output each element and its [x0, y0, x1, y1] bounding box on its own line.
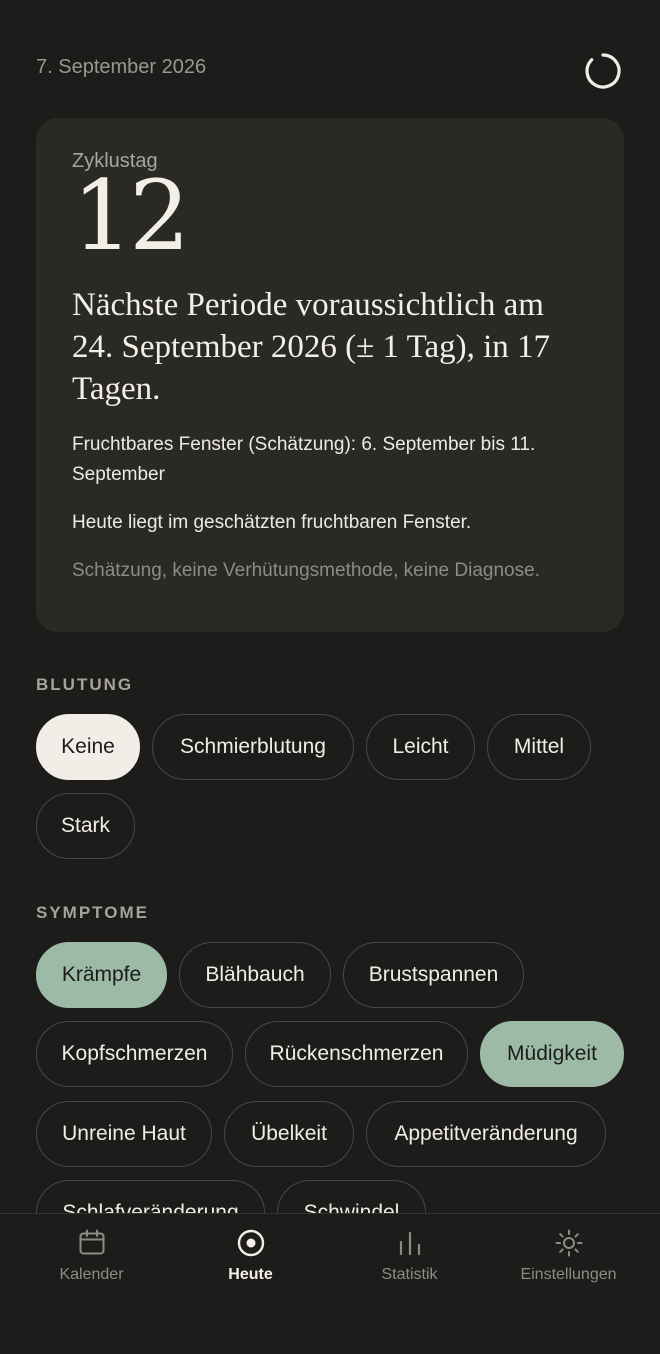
symptom-appetitveraenderung[interactable]: Appetitveränderung — [366, 1101, 606, 1167]
calendar-icon — [77, 1228, 107, 1258]
symptom-kopfschmerzen[interactable]: Kopfschmerzen — [36, 1021, 233, 1087]
bottom-navigation: Kalender Heute Statistik Einstellungen — [0, 1213, 660, 1354]
nav-label-heute: Heute — [228, 1266, 273, 1283]
sync-icon[interactable] — [584, 52, 622, 90]
settings-icon — [554, 1228, 584, 1258]
nav-item-heute[interactable]: Heute — [168, 1214, 333, 1304]
nav-item-einstellungen[interactable]: Einstellungen — [486, 1214, 651, 1304]
bleeding-option-leicht[interactable]: Leicht — [366, 714, 475, 780]
symptom-blaehbauch[interactable]: Blähbauch — [179, 942, 331, 1008]
nav-label-kalender: Kalender — [59, 1266, 124, 1283]
symptom-schwindel[interactable]: Schwindel — [277, 1180, 426, 1213]
header: 7. September 2026 — [0, 0, 660, 118]
bleeding-option-schmierblutung[interactable]: Schmierblutung — [152, 714, 354, 780]
bleeding-option-keine[interactable]: Keine — [36, 714, 140, 780]
current-date: 7. September 2026 — [36, 56, 207, 78]
nav-label-einstellungen: Einstellungen — [520, 1266, 617, 1283]
symptom-muedigkeit[interactable]: Müdigkeit — [480, 1021, 624, 1087]
symptom-brustspannen[interactable]: Brustspannen — [343, 942, 524, 1008]
symptom-uebelkeit[interactable]: Übelkeit — [224, 1101, 354, 1167]
scroll-content[interactable]: BLUTUNG Keine Schmierblutung Leicht Mitt… — [0, 650, 660, 1213]
cycle-card: Zyklustag 12 Nächste Periode voraussicht… — [36, 118, 624, 632]
symptom-unreine-haut[interactable]: Unreine Haut — [36, 1101, 212, 1167]
symptom-schlafveraenderung[interactable]: Schlafveränderung — [36, 1180, 265, 1213]
next-period-prediction: Nächste Periode voraussichtlich am 24. S… — [72, 287, 551, 407]
disclaimer: Schätzung, keine Verhütungsmethode, kein… — [72, 560, 540, 581]
bleeding-option-stark[interactable]: Stark — [36, 793, 135, 859]
symptoms-section-title: SYMPTOME — [36, 903, 149, 922]
nav-label-statistik: Statistik — [381, 1266, 438, 1283]
nav-item-statistik[interactable]: Statistik — [327, 1214, 492, 1304]
today-fertile-note: Heute liegt im geschätzten fruchtbaren F… — [72, 512, 472, 533]
fertile-window: Fruchtbares Fenster (Schätzung): 6. Sept… — [72, 434, 536, 485]
bleeding-section-title: BLUTUNG — [36, 675, 134, 694]
today-icon — [236, 1228, 266, 1258]
nav-item-kalender[interactable]: Kalender — [9, 1214, 174, 1304]
symptom-rueckenschmerzen[interactable]: Rückenschmerzen — [245, 1021, 468, 1087]
bleeding-option-mittel[interactable]: Mittel — [487, 714, 591, 780]
symptom-kraempfe[interactable]: Krämpfe — [36, 942, 167, 1008]
statistics-icon — [395, 1228, 425, 1258]
cycle-day-number: 12 — [72, 160, 190, 272]
